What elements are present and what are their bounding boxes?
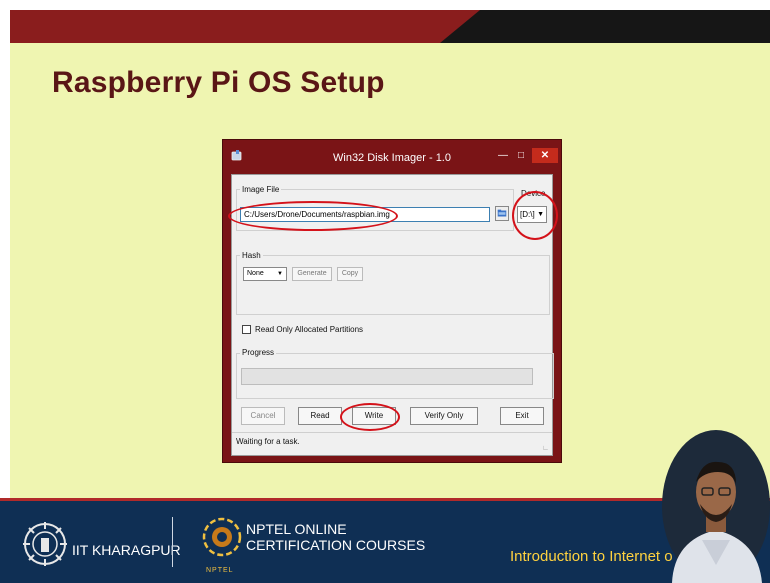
iit-kharagpur-logo-icon [23, 522, 67, 566]
hash-select[interactable]: None ▼ [243, 267, 287, 281]
close-button[interactable]: ✕ [532, 148, 558, 163]
title-bar[interactable]: Win32 Disk Imager - 1.0 — □ ✕ [223, 140, 561, 174]
exit-button[interactable]: Exit [500, 407, 544, 425]
nptel-small-label: NPTEL [206, 567, 234, 574]
chevron-down-icon: ▼ [277, 271, 283, 277]
generate-button[interactable]: Generate [292, 267, 332, 281]
hash-group [236, 255, 550, 315]
read-button[interactable]: Read [298, 407, 342, 425]
annotation-write-circle [340, 403, 400, 431]
image-file-label: Image File [240, 185, 282, 194]
top-band [10, 10, 770, 43]
slide-title: Raspberry Pi OS Setup [52, 66, 385, 99]
presenter-video [662, 430, 770, 583]
slide: Raspberry Pi OS Setup Win32 Disk Imager … [0, 0, 770, 583]
footer-bar: IIT KHARAGPUR NPTEL ONLINE CERTIFICATION… [0, 498, 770, 583]
resize-grip-icon[interactable]: ∟ [542, 445, 549, 452]
nptel-courses-label: NPTEL ONLINE CERTIFICATION COURSES [246, 521, 425, 553]
status-text: Waiting for a task. [236, 437, 300, 446]
status-divider [232, 432, 552, 433]
annotation-path-circle [228, 201, 398, 231]
cancel-button[interactable]: Cancel [241, 407, 285, 425]
progress-bar [241, 368, 533, 385]
folder-icon[interactable] [495, 206, 509, 221]
annotation-device-circle [512, 191, 558, 240]
course-title: Introduction to Internet o [510, 548, 673, 565]
verify-only-button[interactable]: Verify Only [410, 407, 478, 425]
hash-label: Hash [240, 251, 263, 260]
nptel-line-1: NPTEL ONLINE [246, 521, 347, 537]
copy-button[interactable]: Copy [337, 267, 363, 281]
footer-separator [172, 517, 173, 567]
minimize-button[interactable]: — [495, 148, 511, 163]
read-only-label: Read Only Allocated Partitions [255, 325, 364, 334]
iit-kharagpur-label: IIT KHARAGPUR [72, 542, 181, 558]
read-only-checkbox[interactable] [242, 325, 251, 334]
progress-label: Progress [240, 348, 277, 357]
nptel-logo-icon [202, 517, 242, 557]
hash-value: None [247, 270, 264, 277]
maximize-button[interactable]: □ [513, 148, 529, 163]
nptel-line-2: CERTIFICATION COURSES [246, 537, 426, 553]
